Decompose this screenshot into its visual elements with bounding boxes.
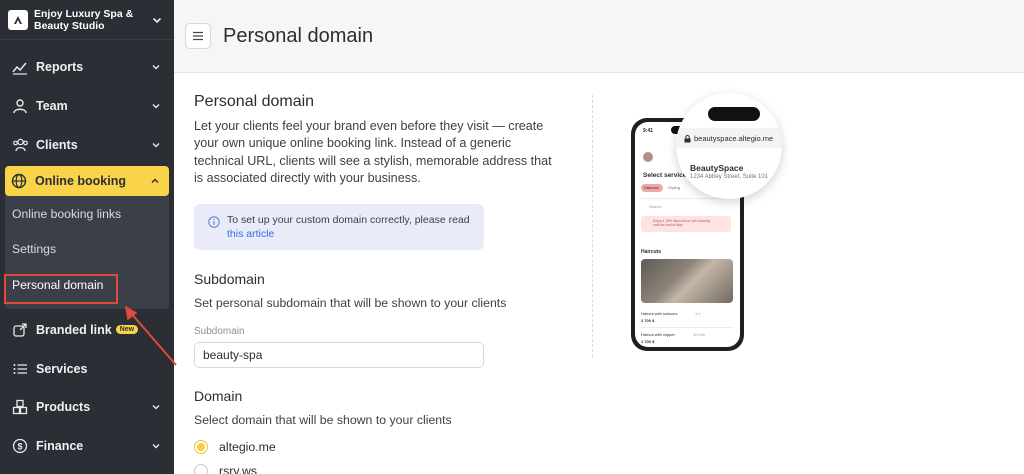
nav-label: Services xyxy=(36,361,88,376)
chevron-down-icon xyxy=(152,405,160,410)
radio-unselected[interactable] xyxy=(194,464,208,474)
phone-item-name: Haircut with scissors xyxy=(641,311,678,316)
brand-switcher[interactable]: Enjoy Luxury Spa & Beauty Studio xyxy=(0,0,174,40)
nav-label: Team xyxy=(36,99,68,114)
phone-item-meta: 1 h xyxy=(695,311,701,316)
magnifier-illustration: beautyspace.altegio.me BeautySpace 1234 … xyxy=(676,93,782,199)
domain-option-altegio[interactable]: altegio.me xyxy=(194,440,564,455)
domain-title: Domain xyxy=(194,388,243,405)
nav-item-finance[interactable]: $ Finance xyxy=(0,427,174,466)
domain-option-label: rsrv.ws xyxy=(219,464,258,474)
info-message: To set up your custom domain correctly, … xyxy=(227,213,470,226)
phone-item-name: Haircut with clipper xyxy=(641,332,675,337)
business-name: BeautySpace xyxy=(690,163,744,173)
boxes-icon xyxy=(11,398,29,416)
subdomain-title: Subdomain xyxy=(194,270,265,287)
nav-item-reports[interactable]: Reports xyxy=(0,48,174,87)
nav-label: Reports xyxy=(36,60,84,75)
new-badge: New xyxy=(115,325,139,335)
phone-promo-text: Enjoy a 15% discount on hair coloring un… xyxy=(653,219,710,227)
divider xyxy=(592,95,593,357)
nav-label: Clients xyxy=(36,137,78,152)
phone-tab-label: Haircuts xyxy=(644,185,659,190)
settings-column: Personal domain Let your clients feel yo… xyxy=(194,93,564,474)
main-content: Personal domain Let your clients feel yo… xyxy=(174,73,1024,474)
external-link-icon xyxy=(11,321,29,339)
domain-option-label: altegio.me xyxy=(219,440,276,455)
people-icon xyxy=(11,136,29,154)
nav-menu: Reports Team Clients Online booking Onli… xyxy=(0,40,174,465)
domain-option-rsrv[interactable]: rsrv.ws xyxy=(194,464,564,474)
info-icon xyxy=(208,215,220,228)
chevron-up-icon xyxy=(151,178,159,184)
url-display: beautyspace.altegio.me xyxy=(684,134,773,143)
chevron-down-icon xyxy=(152,65,160,70)
chevron-down-icon xyxy=(152,17,162,23)
nav-label: Products xyxy=(36,400,91,415)
domain-description: Select domain that will be shown to your… xyxy=(194,413,452,428)
phone-section: Haircuts xyxy=(641,249,662,255)
nav-item-clients[interactable]: Clients xyxy=(0,125,174,164)
nav-item-services[interactable]: Services xyxy=(0,349,174,388)
info-text: To set up your custom domain correctly, … xyxy=(227,213,470,241)
topbar: Personal domain xyxy=(174,0,1024,73)
chevron-down-icon xyxy=(152,443,160,449)
phone-item-price: 2 700 $ xyxy=(641,318,655,323)
dollar-icon: $ xyxy=(11,437,29,455)
list-icon xyxy=(11,360,29,378)
phone-time: 9:41 xyxy=(643,128,654,134)
divider xyxy=(641,327,733,328)
nav-item-online-booking[interactable]: Online booking xyxy=(5,166,169,197)
highlight-box xyxy=(4,274,118,304)
subdomain-value: beauty-spa xyxy=(203,348,263,363)
radio-selected[interactable] xyxy=(194,440,208,455)
nav-item-branded-link[interactable]: Branded link New xyxy=(0,311,174,350)
info-banner: To set up your custom domain correctly, … xyxy=(194,203,484,250)
hamburger-icon xyxy=(193,31,203,41)
avatar xyxy=(643,152,653,162)
nav-label: Online booking xyxy=(35,174,126,189)
chevron-down-icon xyxy=(152,142,160,148)
nav-label: Finance xyxy=(36,438,84,453)
phone-item-price: 1 700 $ xyxy=(641,339,655,344)
phone-tab-label: Styling xyxy=(668,185,681,190)
globe-icon xyxy=(10,172,28,190)
subdomain-label: Subdomain xyxy=(194,326,245,338)
sidebar: Enjoy Luxury Spa & Beauty Studio Reports… xyxy=(0,0,174,474)
phone-item-meta: 40 min xyxy=(693,332,706,337)
menu-toggle-button[interactable] xyxy=(185,23,211,49)
logo-icon xyxy=(8,9,28,30)
business-address: 1234 Abbey Street, Suite 101 xyxy=(690,174,769,180)
phone-hero-image xyxy=(641,259,733,303)
chevron-down-icon xyxy=(152,104,160,109)
nav-item-team[interactable]: Team xyxy=(0,87,174,126)
person-icon xyxy=(11,97,29,115)
phone-notch xyxy=(708,107,760,121)
chart-icon xyxy=(11,58,29,76)
url-text: beautyspace.altegio.me xyxy=(694,134,774,143)
section-title: Personal domain xyxy=(194,93,315,110)
nav-label: Branded link xyxy=(36,322,112,337)
page-title: Personal domain xyxy=(223,24,374,47)
sidebar-item-settings[interactable]: Settings xyxy=(5,232,169,268)
subdomain-input[interactable]: beauty-spa xyxy=(194,342,484,369)
subdomain-description: Set personal subdomain that will be show… xyxy=(194,295,507,310)
section-description: Let your clients feel your brand even be… xyxy=(194,119,552,186)
article-link[interactable]: this article xyxy=(227,228,274,240)
svg-text:$: $ xyxy=(17,441,22,451)
lock-icon xyxy=(684,134,691,142)
nav-item-products[interactable]: Products xyxy=(0,388,174,427)
sidebar-item-online-booking-links[interactable]: Online booking links xyxy=(5,196,169,232)
brand-name: Enjoy Luxury Spa & Beauty Studio xyxy=(34,7,134,32)
phone-search: Search xyxy=(649,204,662,209)
